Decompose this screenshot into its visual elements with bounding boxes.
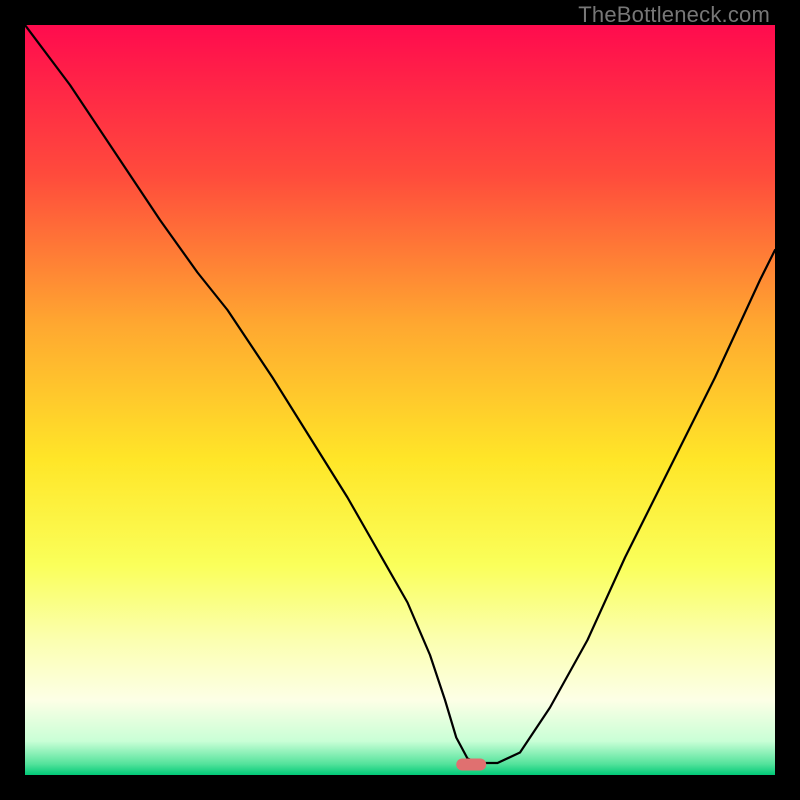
- optimal-point-marker: [456, 759, 486, 771]
- plot-area: [25, 25, 775, 775]
- chart-frame: TheBottleneck.com: [0, 0, 800, 800]
- bottleneck-chart: [25, 25, 775, 775]
- gradient-background: [25, 25, 775, 775]
